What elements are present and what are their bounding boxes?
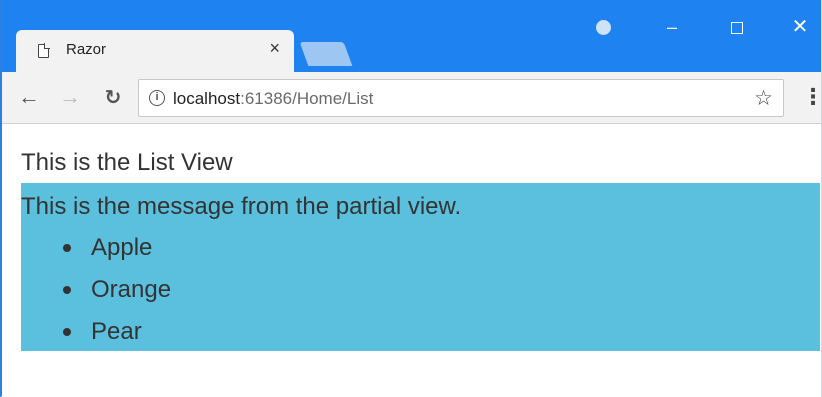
tab-razor[interactable]: Razor × bbox=[16, 30, 294, 72]
bullet-icon bbox=[63, 328, 71, 336]
info-icon[interactable]: i bbox=[149, 90, 165, 106]
back-arrow-icon[interactable]: ← bbox=[16, 84, 42, 110]
forward-arrow-icon[interactable]: → bbox=[57, 84, 83, 110]
url-path: :61386/Home/List bbox=[240, 89, 374, 108]
list-item: Orange bbox=[21, 273, 171, 315]
page-content: This is the List View This is the messag… bbox=[2, 125, 821, 397]
maximize-button[interactable] bbox=[722, 12, 752, 42]
url-host: localhost bbox=[173, 89, 241, 108]
star-icon[interactable]: ☆ bbox=[754, 86, 773, 111]
partial-message: This is the message from the partial vie… bbox=[21, 193, 462, 220]
list-item: Apple bbox=[21, 231, 171, 273]
bullet-icon bbox=[63, 244, 71, 252]
profile-icon[interactable] bbox=[588, 12, 618, 42]
fruit-list: Apple Orange Pear bbox=[21, 231, 171, 357]
bullet-icon bbox=[63, 286, 71, 294]
url-text[interactable]: localhost:61386/Home/List bbox=[173, 89, 373, 109]
list-item: Pear bbox=[21, 315, 171, 357]
minimize-button[interactable]: – bbox=[657, 12, 687, 42]
tab-close-icon[interactable]: × bbox=[269, 38, 280, 59]
browser-toolbar: ← → ↻ i localhost:61386/Home/List ☆ ⋮ bbox=[2, 72, 822, 124]
reload-icon[interactable]: ↻ bbox=[100, 85, 126, 110]
page-icon bbox=[38, 43, 50, 58]
close-window-button[interactable]: ✕ bbox=[785, 12, 815, 42]
new-tab-button[interactable] bbox=[299, 42, 353, 66]
kebab-menu-icon[interactable]: ⋮ bbox=[802, 84, 822, 110]
list-item-label: Apple bbox=[91, 234, 153, 261]
list-item-label: Orange bbox=[91, 276, 172, 303]
tab-title: Razor bbox=[66, 41, 107, 58]
title-bar: Razor × – ✕ bbox=[2, 0, 821, 72]
partial-view-panel: This is the message from the partial vie… bbox=[21, 183, 820, 351]
page-title: This is the List View bbox=[21, 149, 233, 176]
browser-window: Razor × – ✕ ← → ↻ i localhost:61386/Home… bbox=[0, 0, 822, 397]
list-item-label: Pear bbox=[91, 318, 142, 345]
address-bar[interactable]: i localhost:61386/Home/List ☆ bbox=[138, 79, 784, 117]
